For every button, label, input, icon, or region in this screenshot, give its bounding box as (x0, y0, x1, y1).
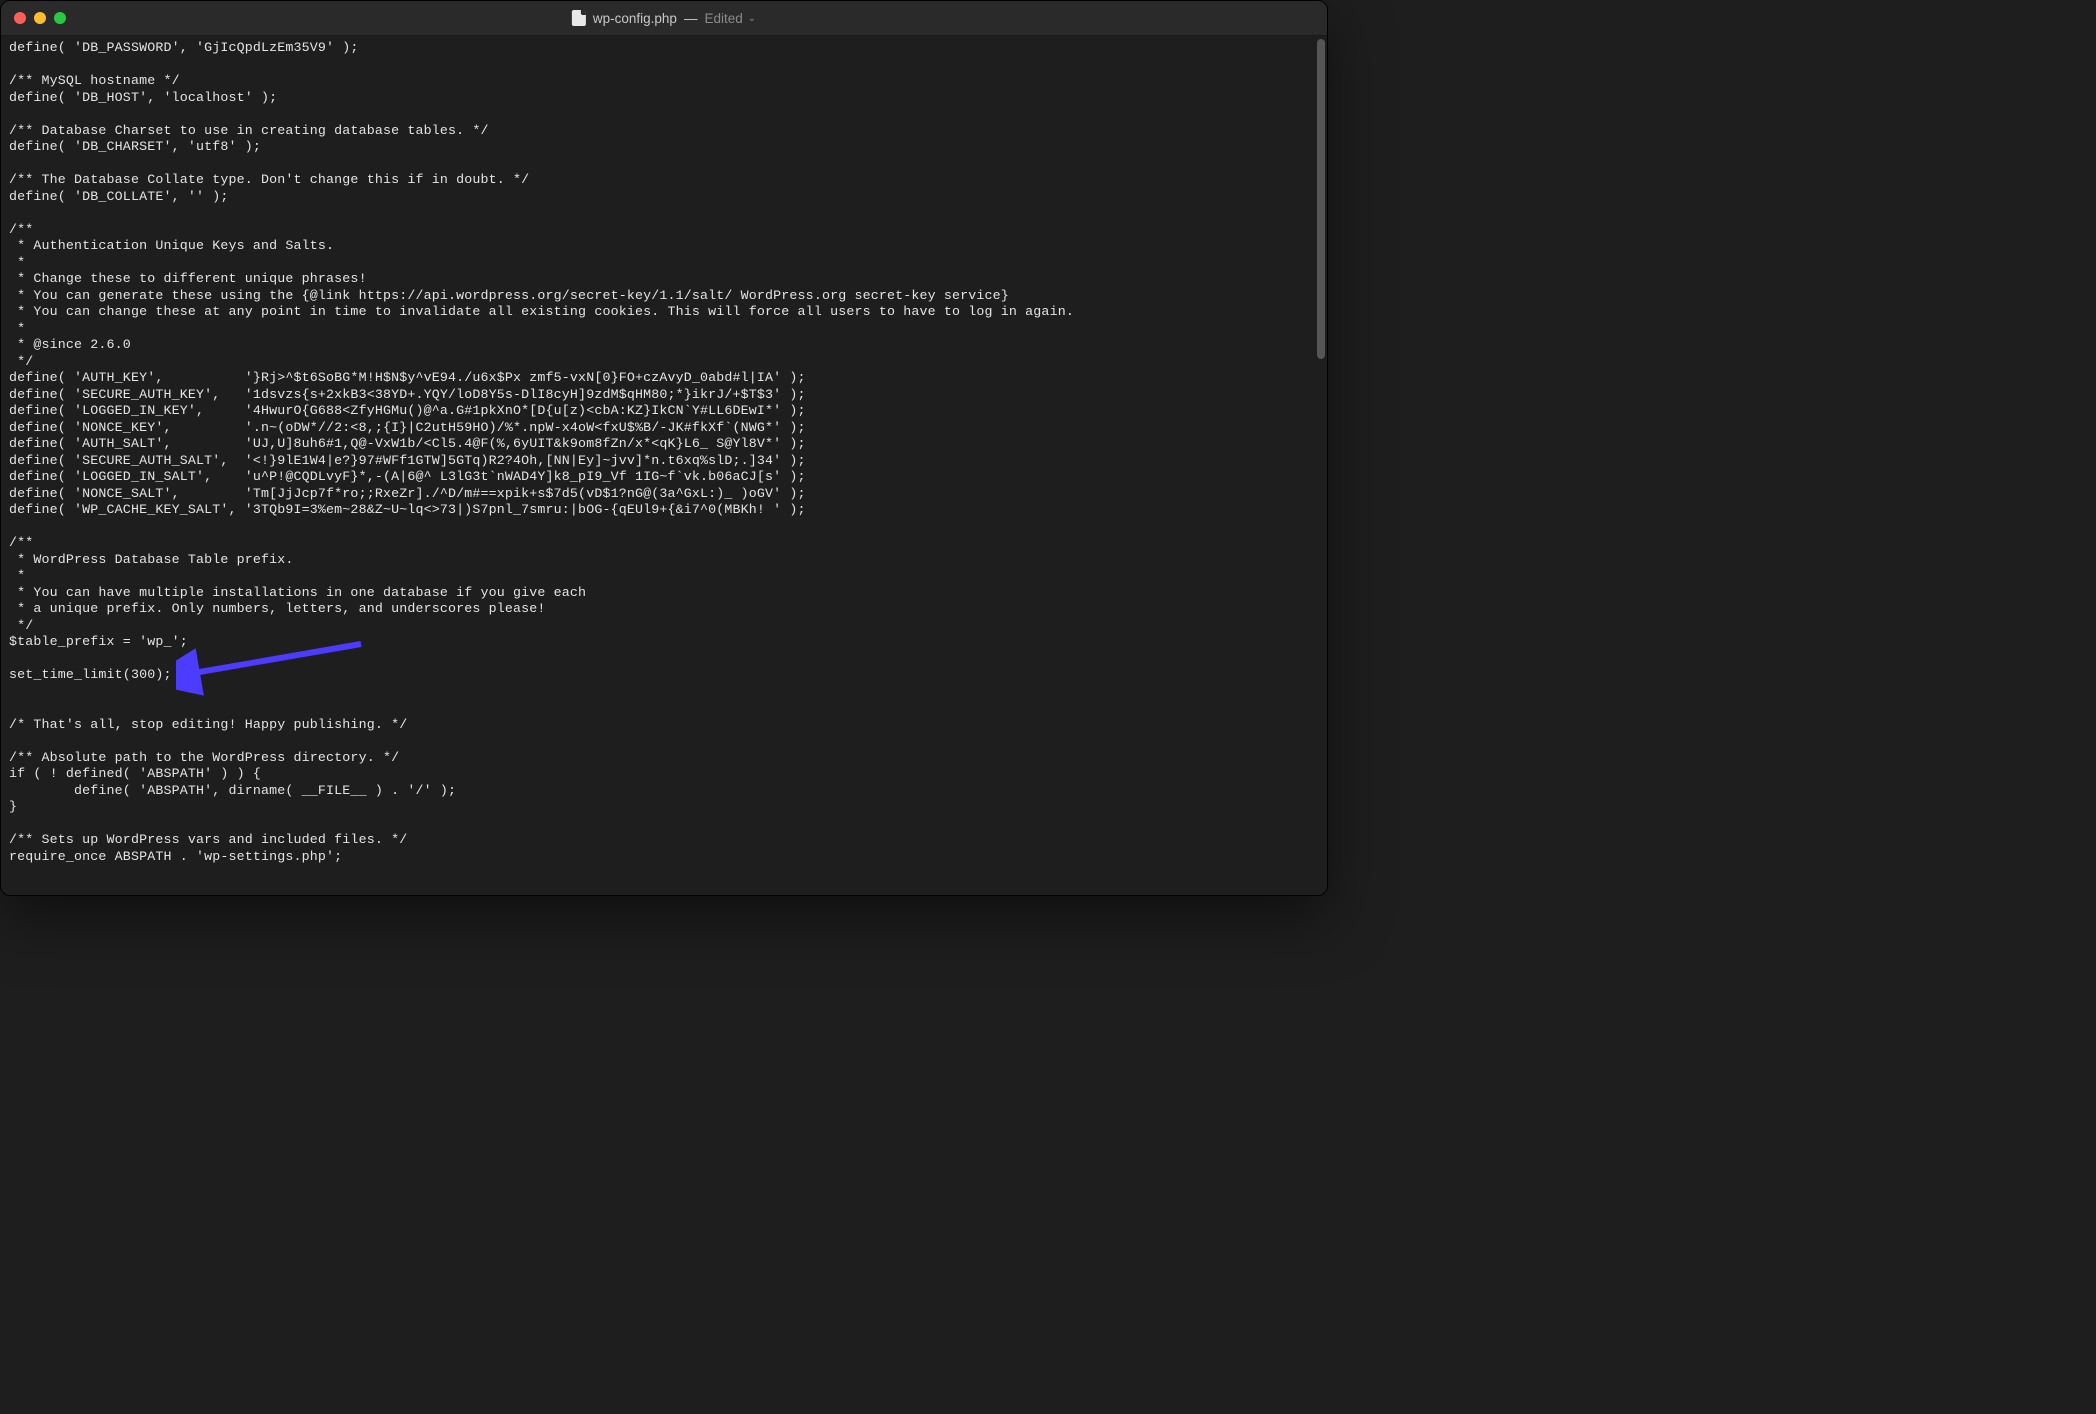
titlebar[interactable]: wp-config.php — Edited ⌄ (1, 1, 1327, 36)
code-line[interactable]: define( 'SECURE_AUTH_KEY', '1dsvzs{s+2xk… (9, 387, 806, 402)
code-line[interactable]: define( 'SECURE_AUTH_SALT', '<!}9lE1W4|e… (9, 453, 806, 468)
code-line[interactable]: define( 'ABSPATH', dirname( __FILE__ ) .… (9, 783, 456, 798)
code-line[interactable]: define( 'WP_CACHE_KEY_SALT', '3TQb9I=3%e… (9, 502, 806, 517)
code-line[interactable]: */ (9, 618, 33, 633)
code-line[interactable]: /** The Database Collate type. Don't cha… (9, 172, 529, 187)
code-line[interactable]: * Change these to different unique phras… (9, 271, 367, 286)
edited-label: Edited (704, 11, 742, 26)
code-line[interactable]: /* That's all, stop editing! Happy publi… (9, 717, 407, 732)
code-line[interactable]: /** Database Charset to use in creating … (9, 123, 489, 138)
code-editor[interactable]: define( 'DB_PASSWORD', 'GjIcQpdLzEm35V9'… (1, 36, 1327, 895)
code-line[interactable]: */ (9, 354, 33, 369)
code-line[interactable]: /** Sets up WordPress vars and included … (9, 832, 407, 847)
minimize-button[interactable] (34, 12, 46, 24)
scrollbar-thumb[interactable] (1317, 39, 1325, 359)
chevron-down-icon[interactable]: ⌄ (748, 13, 756, 24)
code-line[interactable]: set_time_limit(300); (9, 667, 172, 682)
code-line[interactable]: /** (9, 535, 33, 550)
arrow-annotation (176, 636, 376, 696)
window-title[interactable]: wp-config.php — Edited ⌄ (572, 10, 756, 26)
code-line[interactable]: /** MySQL hostname */ (9, 73, 180, 88)
code-line[interactable]: * You can generate these using the {@lin… (9, 288, 1009, 303)
file-icon (572, 10, 586, 26)
editor-window: wp-config.php — Edited ⌄ define( 'DB_PAS… (0, 0, 1328, 896)
traffic-lights (1, 12, 66, 24)
code-line[interactable]: define( 'NONCE_KEY', '.n~(oDW*//2:<8,;{I… (9, 420, 806, 435)
code-line[interactable]: if ( ! defined( 'ABSPATH' ) ) { (9, 766, 261, 781)
code-line[interactable]: * Authentication Unique Keys and Salts. (9, 238, 334, 253)
separator: — (684, 11, 698, 26)
close-button[interactable] (14, 12, 26, 24)
code-line[interactable]: $table_prefix = 'wp_'; (9, 634, 188, 649)
code-line[interactable]: /** Absolute path to the WordPress direc… (9, 750, 399, 765)
filename-label: wp-config.php (593, 11, 677, 26)
code-line[interactable]: * (9, 255, 25, 270)
code-line[interactable]: * (9, 321, 25, 336)
code-line[interactable]: define( 'DB_HOST', 'localhost' ); (9, 90, 277, 105)
code-line[interactable]: define( 'LOGGED_IN_SALT', 'u^P!@CQDLvyF}… (9, 469, 806, 484)
code-line[interactable]: /** (9, 222, 33, 237)
code-line[interactable]: define( 'DB_COLLATE', '' ); (9, 189, 229, 204)
code-line[interactable]: define( 'LOGGED_IN_KEY', '4HwurO{G688<Zf… (9, 403, 806, 418)
code-line[interactable]: * (9, 568, 25, 583)
code-line[interactable]: define( 'NONCE_SALT', 'Tm[JjJcp7f*ro;;Rx… (9, 486, 806, 501)
code-line[interactable]: * You can have multiple installations in… (9, 585, 586, 600)
code-line[interactable]: require_once ABSPATH . 'wp-settings.php'… (9, 849, 342, 864)
code-line[interactable]: * WordPress Database Table prefix. (9, 552, 294, 567)
maximize-button[interactable] (54, 12, 66, 24)
code-line[interactable]: } (9, 799, 17, 814)
code-line[interactable]: * a unique prefix. Only numbers, letters… (9, 601, 546, 616)
code-line[interactable]: define( 'AUTH_SALT', 'UJ,U]8uh6#1,Q@-VxW… (9, 436, 806, 451)
code-line[interactable]: define( 'DB_PASSWORD', 'GjIcQpdLzEm35V9'… (9, 40, 359, 55)
code-line[interactable]: * You can change these at any point in t… (9, 304, 1074, 319)
code-line[interactable]: * @since 2.6.0 (9, 337, 131, 352)
code-line[interactable]: define( 'DB_CHARSET', 'utf8' ); (9, 139, 261, 154)
code-line[interactable]: define( 'AUTH_KEY', '}Rj>^$t6SoBG*M!H$N$… (9, 370, 806, 385)
